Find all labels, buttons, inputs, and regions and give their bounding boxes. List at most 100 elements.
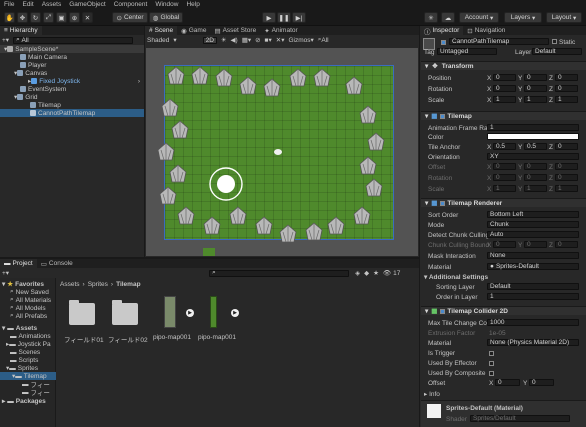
material-field[interactable]: ● Sprites-Default — [487, 263, 579, 270]
position-x-field[interactable]: 0 — [493, 74, 516, 81]
tab-inspector[interactable]: ⓘ Inspector — [420, 26, 464, 36]
cloud-icon[interactable]: ☁ — [441, 12, 455, 23]
tm-scale-y-field[interactable]: 1 — [524, 185, 547, 192]
scale-x-field[interactable]: 1 — [493, 96, 516, 103]
favorites-section[interactable]: ▾ ★ Favorites — [2, 280, 44, 289]
effects-icon[interactable]: ▦▾ — [242, 36, 251, 44]
tm-offset-y-field[interactable]: 0 — [524, 163, 547, 170]
gizmos-dropdown[interactable]: Gizmos — [288, 37, 310, 44]
position-y-field[interactable]: 0 — [524, 74, 547, 81]
pause-button[interactable]: ❚❚ — [277, 12, 291, 23]
assets-section[interactable]: ▾ ▬ Assets — [2, 324, 37, 333]
static-toggle[interactable]: Static — [552, 39, 575, 46]
tm-rotation-x-field[interactable]: 0 — [493, 174, 516, 181]
tm-rotation-y-field[interactable]: 0 — [524, 174, 547, 181]
culling-bounds-z-field[interactable]: 0 — [555, 241, 578, 248]
mask-interaction-dropdown[interactable]: None — [487, 252, 579, 259]
custom-tool-icon[interactable]: ✕ — [82, 12, 93, 23]
asset-folder-field01[interactable] — [69, 300, 95, 325]
folder-scenes[interactable]: ▬ Scenes — [10, 348, 40, 356]
favorite-all-materials[interactable]: ⌕ All Materials — [10, 296, 51, 304]
step-button[interactable]: ▶| — [292, 12, 306, 23]
frame-rate-field[interactable]: 1 — [487, 124, 579, 131]
menu-assets[interactable]: Assets — [42, 1, 62, 8]
hierarchy-item-eventsystem[interactable]: EventSystem — [20, 85, 66, 93]
position-z-field[interactable]: 0 — [555, 74, 578, 81]
tab-console[interactable]: ▭ Console — [36, 259, 77, 268]
play-icon[interactable]: ▶ — [186, 309, 194, 317]
favorite-all-models[interactable]: ⌕ All Models — [10, 304, 46, 312]
hierarchy-item-canvas[interactable]: ▾ Canvas — [14, 69, 47, 78]
rotation-y-field[interactable]: 0 — [524, 85, 547, 92]
hand-tool-icon[interactable]: ✋ — [4, 12, 15, 23]
filter-icon[interactable]: ◈ — [355, 269, 360, 277]
folder-field2[interactable]: ▬ フィー — [22, 388, 50, 398]
tab-hierarchy[interactable]: ≡ Hierarchy — [0, 26, 42, 35]
collider-enabled-checkbox[interactable] — [440, 308, 446, 314]
orientation-dropdown[interactable]: XY — [487, 153, 579, 160]
move-tool-icon[interactable]: ✥ — [17, 12, 28, 23]
menu-window[interactable]: Window — [155, 1, 178, 8]
tilemap-enabled-checkbox[interactable] — [440, 113, 446, 119]
rotate-tool-icon[interactable]: ↻ — [30, 12, 41, 23]
transform-header[interactable]: ▾ ✥ Transform — [421, 61, 586, 70]
tab-project[interactable]: ▬ Project — [0, 259, 37, 268]
tile-anchor-y-field[interactable]: 0.5 — [524, 143, 547, 150]
menu-component[interactable]: Component — [114, 1, 148, 8]
max-tile-field[interactable]: 1000 — [487, 319, 579, 326]
tile-anchor-z-field[interactable]: 0 — [555, 143, 578, 150]
is-trigger-checkbox[interactable] — [489, 351, 494, 356]
detect-culling-dropdown[interactable]: Auto — [487, 231, 579, 238]
eye-icon[interactable]: 👁 — [383, 269, 391, 277]
favorite-all-prefabs[interactable]: ⌕ All Prefabs — [10, 312, 47, 320]
shader-dropdown[interactable]: Sprites/Default — [470, 415, 570, 422]
hierarchy-item-player[interactable]: Player — [20, 61, 46, 69]
culling-bounds-x-field[interactable]: 0 — [493, 241, 516, 248]
hierarchy-item-main-camera[interactable]: Main Camera — [20, 53, 67, 61]
used-by-effector-checkbox[interactable] — [489, 361, 494, 366]
rect-tool-icon[interactable]: ▣ — [56, 12, 67, 23]
breadcrumb-tilemap[interactable]: Tilemap — [116, 281, 140, 288]
tm-rotation-z-field[interactable]: 0 — [555, 174, 578, 181]
tilemap-collider-header[interactable]: ▾ ▦ Tilemap Collider 2D — [421, 306, 586, 315]
audio-icon[interactable]: ◀) — [231, 36, 238, 44]
color-swatch[interactable] — [487, 133, 579, 140]
tm-scale-x-field[interactable]: 1 — [493, 185, 516, 192]
scale-tool-icon[interactable]: ⤢ — [43, 12, 54, 23]
hierarchy-item-scene[interactable]: ▾ SampleScene* — [0, 45, 144, 53]
scale-y-field[interactable]: 1 — [524, 96, 547, 103]
packages-section[interactable]: ▸ ▬ Packages — [2, 397, 46, 406]
rotation-z-field[interactable]: 0 — [555, 85, 578, 92]
pivot-center-button[interactable]: ⊙ Center — [112, 12, 148, 23]
account-dropdown[interactable]: Account ▾ — [459, 12, 499, 23]
active-checkbox[interactable] — [441, 40, 446, 45]
layout-dropdown[interactable]: Layout ▾ — [546, 12, 582, 23]
add-icon[interactable]: +▾ — [2, 269, 9, 277]
tab-animator[interactable]: ✦ Animator — [260, 26, 302, 35]
tm-scale-z-field[interactable]: 1 — [555, 185, 578, 192]
asset-tileset-pipo-map001[interactable] — [164, 296, 176, 328]
tile-anchor-x-field[interactable]: 0.5 — [493, 143, 516, 150]
camera-icon[interactable]: ■▾ — [265, 36, 272, 44]
play-button[interactable]: ▶ — [262, 12, 276, 23]
additional-settings-header[interactable]: ▾ Additional Settings — [424, 273, 488, 281]
hierarchy-item-cannotpathtilemap[interactable]: CannotPathTilemap — [0, 109, 144, 117]
tag-dropdown[interactable]: Untagged — [437, 48, 497, 55]
culling-bounds-y-field[interactable]: 0 — [524, 241, 547, 248]
collab-icon[interactable]: ✳ — [424, 12, 438, 23]
physics-material-field[interactable]: None (Physics Material 2D) — [487, 339, 579, 346]
collider-offset-y-field[interactable]: 0 — [529, 379, 554, 386]
scene-viewport[interactable] — [146, 48, 418, 256]
asset-tilestrip-pipo-map001[interactable] — [210, 296, 217, 328]
tm-offset-x-field[interactable]: 0 — [493, 163, 516, 170]
global-toggle-button[interactable]: ◍ Global — [149, 12, 183, 23]
play-icon[interactable]: ▶ — [231, 309, 239, 317]
light-icon[interactable]: ☀ — [221, 36, 227, 44]
renderer-enabled-checkbox[interactable] — [440, 200, 446, 206]
menu-file[interactable]: File — [4, 1, 14, 8]
breadcrumb-sprites[interactable]: Sprites — [88, 281, 108, 288]
folder-scripts[interactable]: ▬ Scripts — [10, 356, 38, 364]
hierarchy-item-fixed-joystick[interactable]: ▸ Fixed Joystick › — [28, 77, 144, 86]
menu-gameobject[interactable]: GameObject — [69, 1, 106, 8]
menu-edit[interactable]: Edit — [22, 1, 33, 8]
